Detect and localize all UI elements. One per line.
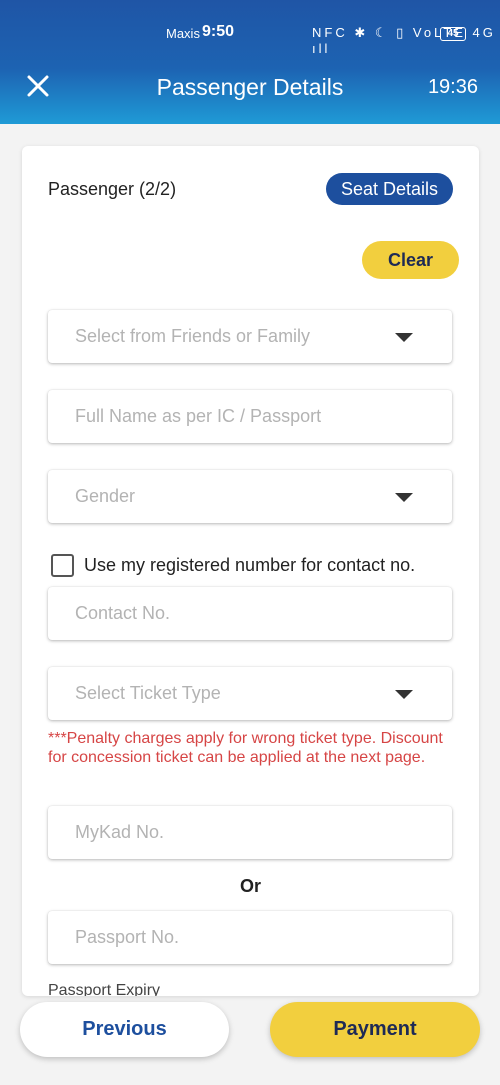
passport-number-placeholder: Passport No. [75, 927, 180, 947]
clear-button[interactable]: Clear [362, 241, 459, 279]
page-title: Passenger Details [156, 74, 344, 100]
battery-icon: 45 [440, 27, 466, 41]
use-registered-number-label: Use my registered number for contact no. [84, 555, 416, 575]
gender-placeholder: Gender [75, 486, 136, 506]
passport-expiry-label: Passport Expiry [48, 982, 161, 996]
friends-family-placeholder: Select from Friends or Family [75, 326, 311, 346]
passenger-count-label: Passenger (2/2) [48, 179, 177, 199]
status-carrier: Maxis [166, 26, 200, 41]
use-registered-number-checkbox[interactable] [51, 554, 74, 577]
ticket-type-warning: ***Penalty charges apply for wrong ticke… [48, 730, 443, 766]
gender-select[interactable]: Gender [48, 470, 452, 523]
passenger-form-card: Passenger (2/2) Seat Details Clear Selec… [22, 146, 479, 996]
ticket-type-placeholder: Select Ticket Type [75, 683, 221, 703]
status-bar: Maxis 9:50 NFC ✱ ☾ ▯ VoLTE 4G ıll 45 [0, 23, 500, 56]
mykad-number-placeholder: MyKad No. [75, 822, 165, 842]
status-icons: NFC ✱ ☾ ▯ VoLTE 4G ıll [312, 25, 496, 56]
seat-details-button[interactable]: Seat Details [326, 173, 453, 205]
use-registered-number-row[interactable]: Use my registered number for contact no. [51, 554, 415, 577]
contact-number-placeholder: Contact No. [75, 603, 171, 623]
chevron-down-icon [395, 690, 413, 699]
ticket-type-select[interactable]: Select Ticket Type [48, 667, 452, 720]
contact-number-input[interactable]: Contact No. [48, 587, 452, 640]
previous-button[interactable]: Previous [20, 1002, 229, 1057]
chevron-down-icon [395, 333, 413, 342]
countdown-timer: 19:36 [427, 76, 478, 98]
full-name-placeholder: Full Name as per IC / Passport [75, 406, 322, 426]
or-divider-label: Or [239, 876, 261, 896]
passport-number-input[interactable]: Passport No. [48, 911, 452, 964]
full-name-input[interactable]: Full Name as per IC / Passport [48, 390, 452, 443]
friends-family-select[interactable]: Select from Friends or Family [48, 310, 452, 363]
chevron-down-icon [395, 493, 413, 502]
status-time: 9:50 [202, 23, 235, 40]
mykad-number-input[interactable]: MyKad No. [48, 806, 452, 859]
payment-button[interactable]: Payment [270, 1002, 480, 1057]
app-header: Maxis 9:50 NFC ✱ ☾ ▯ VoLTE 4G ıll 45 Pas… [0, 0, 500, 124]
